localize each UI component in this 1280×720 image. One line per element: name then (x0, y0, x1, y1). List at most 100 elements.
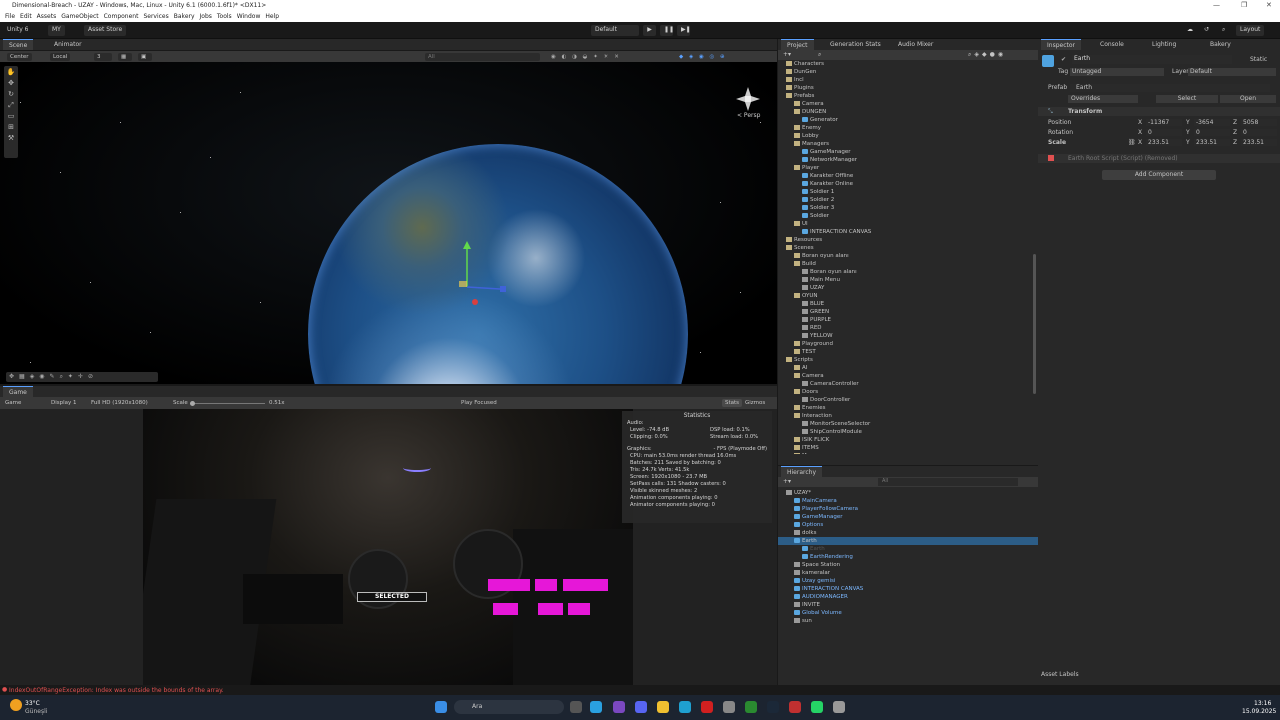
menu-gameobject[interactable]: GameObject (61, 13, 98, 20)
snap-field[interactable]: 3 (94, 53, 112, 61)
project-item[interactable]: DoorController (778, 396, 1030, 404)
transform-tool-icon[interactable]: ⊞ (6, 123, 16, 132)
scale-slider-handle[interactable] (190, 401, 195, 406)
gizmo-toggle-icons[interactable]: ◆ ◈ ◉ ◎ ⊕ (676, 53, 771, 61)
project-item[interactable]: Characters (778, 60, 1030, 68)
static-dropdown[interactable]: Static (1250, 56, 1267, 63)
layout-dropdown[interactable]: Layout (1236, 25, 1265, 36)
tab-inspector[interactable]: Inspector (1041, 39, 1081, 50)
hierarchy-search-input[interactable]: All (878, 478, 1018, 486)
project-item[interactable]: Managers (778, 452, 1030, 454)
project-item[interactable]: UZAY (778, 284, 1030, 292)
project-item[interactable]: Prefabs (778, 92, 1030, 100)
space-dropdown[interactable]: Local (50, 53, 71, 61)
projection-label[interactable]: < Persp (737, 112, 760, 119)
menu-bakery[interactable]: Bakery (174, 13, 195, 20)
tab-animator[interactable]: Animator (48, 39, 88, 50)
error-message[interactable]: IndexOutOfRangeException: Index was outs… (9, 687, 224, 694)
project-search-icon[interactable]: ⌕ (818, 51, 821, 59)
hierarchy-tree[interactable]: UZAY* MainCamera PlayerFollowCamera GameMan… (778, 489, 1038, 679)
scale-tool-icon[interactable]: ⤢ (6, 101, 16, 110)
layout-preset-dropdown[interactable]: Default (591, 25, 639, 36)
project-item[interactable]: DunGen (778, 68, 1030, 76)
hierarchy-item[interactable]: Options (778, 521, 1038, 529)
menu-help[interactable]: Help (265, 13, 279, 20)
taskbar-search[interactable]: Ara (454, 700, 564, 714)
hierarchy-item[interactable]: MainCamera (778, 497, 1038, 505)
overrides-dropdown[interactable]: Overrides (1068, 95, 1138, 103)
grid-toggle-icon[interactable]: ▣ (138, 53, 152, 61)
project-item[interactable]: CameraController (778, 380, 1030, 388)
project-item[interactable]: Camera (778, 372, 1030, 380)
game-view[interactable]: SELECTED Statistics Audio: Level: -74.8 … (0, 409, 777, 685)
project-item[interactable]: Soldier 1 (778, 188, 1030, 196)
tab-lighting[interactable]: Lighting (1146, 39, 1182, 50)
hierarchy-item[interactable]: sun (778, 617, 1038, 625)
project-item[interactable]: Build (778, 260, 1030, 268)
minimize-button[interactable]: — (1213, 1, 1220, 9)
hierarchy-item[interactable]: kameralar (778, 569, 1038, 577)
display-dropdown[interactable]: Display 1 (48, 399, 80, 407)
project-item[interactable]: Karakter Online (778, 180, 1030, 188)
discord-icon[interactable] (635, 701, 647, 713)
game-mode-dropdown[interactable]: Game (2, 399, 24, 407)
tab-bakery[interactable]: Bakery (1204, 39, 1237, 50)
hierarchy-create-icon[interactable]: +▾ (783, 478, 791, 485)
select-button[interactable]: Select (1156, 95, 1218, 103)
play-focused-dropdown[interactable]: Play Focused (458, 399, 500, 407)
cloud-icon[interactable]: ☁ (1183, 25, 1197, 36)
project-item[interactable]: Plugins (778, 84, 1030, 92)
news-icon[interactable] (701, 701, 713, 713)
project-item[interactable]: Lobby (778, 132, 1030, 140)
menu-edit[interactable]: Edit (20, 13, 32, 20)
telegram-icon[interactable] (590, 701, 602, 713)
project-item[interactable]: Camera (778, 100, 1030, 108)
edge-icon[interactable] (679, 701, 691, 713)
stats-button[interactable]: Stats (722, 399, 743, 407)
project-item[interactable]: Resources (778, 236, 1030, 244)
move-gizmo-icon[interactable] (450, 237, 520, 307)
hierarchy-item[interactable]: UZAY* (778, 489, 1038, 497)
project-item[interactable]: GameManager (778, 148, 1030, 156)
menu-assets[interactable]: Assets (37, 13, 57, 20)
missing-script-header[interactable]: Earth Root Script (Script) (Removed) (1038, 154, 1280, 163)
project-item[interactable]: Player (778, 164, 1030, 172)
asset-store-button[interactable]: Asset Store (84, 25, 127, 36)
create-icon[interactable]: +▾ (783, 51, 791, 58)
transform-header[interactable]: ⤡ Transform (1038, 107, 1280, 116)
hierarchy-item[interactable]: INTERACTION CANVAS (778, 585, 1038, 593)
app-icon[interactable] (745, 701, 757, 713)
scene-search-input[interactable]: All (425, 53, 540, 61)
project-item[interactable]: Boran oyun alanı (778, 252, 1030, 260)
project-item[interactable]: Boran oyun alanı (778, 268, 1030, 276)
app2-icon[interactable] (789, 701, 801, 713)
project-tree[interactable]: Characters DunGen Incl Plugins Prefabs Camera… (778, 60, 1030, 454)
whatsapp-icon[interactable] (811, 701, 823, 713)
project-item[interactable]: GREEN (778, 308, 1030, 316)
project-item[interactable]: Enemy (778, 124, 1030, 132)
hierarchy-item[interactable]: Earth (778, 537, 1038, 545)
project-item[interactable]: UI (778, 220, 1030, 228)
project-item[interactable]: PURPLE (778, 316, 1030, 324)
menu-window[interactable]: Window (237, 13, 261, 20)
play-button[interactable]: ▶ (643, 25, 656, 36)
gizmos-dropdown[interactable]: Gizmos (742, 399, 768, 407)
prefab-field[interactable]: Earth (1070, 84, 1270, 92)
steam-icon[interactable] (767, 701, 779, 713)
hierarchy-item[interactable]: INVITE (778, 601, 1038, 609)
menu-file[interactable]: File (5, 13, 15, 20)
file-explorer-icon[interactable] (657, 701, 669, 713)
project-item[interactable]: OYUN (778, 292, 1030, 300)
project-item[interactable]: BLUE (778, 300, 1030, 308)
project-item[interactable]: Main Menu (778, 276, 1030, 284)
scale-y[interactable]: 233.51 (1194, 139, 1230, 146)
project-item[interactable]: TEST (778, 348, 1030, 356)
project-item[interactable]: ISIK FLICK (778, 436, 1030, 444)
rect-tool-icon[interactable]: ▭ (6, 112, 16, 121)
tab-hierarchy[interactable]: Hierarchy (781, 466, 823, 477)
hierarchy-item[interactable]: dolks (778, 529, 1038, 537)
scale-x[interactable]: 233.51 (1146, 139, 1182, 146)
tab-console[interactable]: Console (1094, 39, 1130, 50)
project-item[interactable]: AI (778, 364, 1030, 372)
pause-button[interactable]: ❚❚ (660, 25, 674, 36)
